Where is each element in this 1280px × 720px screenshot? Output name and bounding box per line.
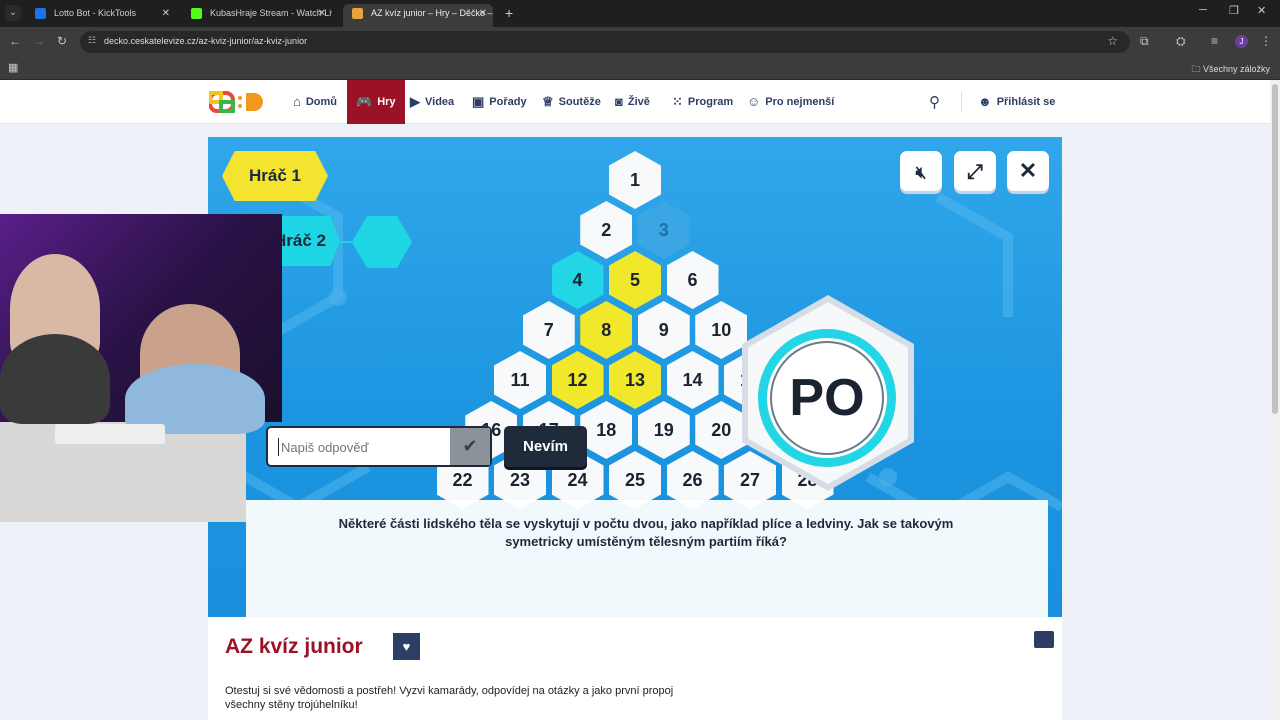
question-text: Některé části lidského těla se vyskytují… xyxy=(338,516,954,549)
nav-label: Domů xyxy=(305,96,338,108)
minimize-icon[interactable]: ─ xyxy=(1199,4,1207,16)
bookmark-star-icon[interactable]: ☆ xyxy=(1107,34,1118,48)
comment-icon[interactable] xyxy=(1034,631,1054,648)
speaker-muted-icon: 🔇︎ xyxy=(915,163,927,182)
nav-program[interactable]: ⁙ Program xyxy=(672,80,733,124)
answer-field[interactable]: ✔ xyxy=(266,426,492,467)
tab-favicon-icon xyxy=(35,8,46,19)
close-game-button[interactable]: ✕ xyxy=(1007,151,1049,191)
fullscreen-icon: ⤢ xyxy=(967,161,983,183)
grid-icon: ⁙ xyxy=(672,94,683,109)
tab-title: KubasHraje Stream - Watch Live xyxy=(210,8,332,18)
answer-input[interactable] xyxy=(278,438,443,456)
close-tab-icon[interactable]: ✕ xyxy=(162,4,170,23)
omnibox[interactable]: ☷ decko.ceskatelevize.cz/az-kviz-junior/… xyxy=(80,31,1130,53)
browser-tab-strip: ⌄ Lotto Bot - KickTools ✕ KubasHraje Str… xyxy=(0,0,1280,27)
home-icon: ⌂ xyxy=(293,94,301,109)
login-label: Přihlásit se xyxy=(996,96,1056,108)
current-letters: PO xyxy=(789,369,865,427)
close-tab-icon[interactable]: ✕ xyxy=(318,4,326,23)
tab-lotto-bot[interactable]: Lotto Bot - KickTools ✕ xyxy=(26,4,176,27)
dont-know-button[interactable]: Nevím xyxy=(504,426,587,467)
nav-label: Hry xyxy=(377,96,396,108)
nav-videos[interactable]: ▶ Videa xyxy=(410,80,454,124)
media-control-icon[interactable]: ≡ xyxy=(1211,34,1218,48)
login-button[interactable]: ☻ Přihlásit se xyxy=(978,80,1055,124)
mute-button[interactable]: 🔇︎ xyxy=(900,151,942,191)
site-header: ⌂ Domů 🎮 Hry ▶ Videa ▣ Pořady ♕ Soutěže ◙ Živě… xyxy=(0,80,1270,124)
chrome-menu-icon[interactable]: ⋮ xyxy=(1260,34,1272,48)
nav-contests[interactable]: ♕ Soutěže xyxy=(542,80,601,124)
submit-answer-button[interactable]: ✔ xyxy=(450,428,490,465)
profile-avatar[interactable]: J xyxy=(1235,35,1248,48)
nav-games[interactable]: 🎮 Hry xyxy=(347,80,405,124)
nav-youngest[interactable]: ☺ Pro nejmenší xyxy=(747,80,834,124)
trophy-icon: ♕ xyxy=(542,94,554,109)
user-icon: ☻ xyxy=(978,94,992,109)
all-bookmarks-button[interactable]: 🗀 Všechny záložky xyxy=(1191,62,1270,78)
forward-icon[interactable]: → xyxy=(33,34,45,48)
checkmark-icon: ✔ xyxy=(462,436,478,456)
decko-favicon-icon xyxy=(352,8,363,19)
scrollbar-thumb[interactable] xyxy=(1272,84,1278,414)
play-icon: ▶ xyxy=(410,94,420,109)
nav-live[interactable]: ◙ Živě xyxy=(615,80,650,124)
article-title: AZ kvíz junior xyxy=(225,635,363,658)
bookmarks-bar: ▦ 🗀 Všechny záložky xyxy=(0,57,1280,80)
tv-icon: ▣ xyxy=(472,94,485,109)
site-info-icon[interactable]: ☷ xyxy=(88,35,96,46)
kick-favicon-icon xyxy=(191,8,202,19)
nav-label: Pořady xyxy=(489,96,527,108)
fullscreen-button[interactable]: ⤢ xyxy=(954,151,996,191)
extensions-icon[interactable]: ⧉ xyxy=(1140,34,1149,49)
address-toolbar: ← → ↻ ☷ decko.ceskatelevize.cz/az-kviz-j… xyxy=(0,27,1280,57)
keyboard xyxy=(55,424,165,444)
header-divider xyxy=(961,92,962,112)
favorite-button[interactable]: ♥ xyxy=(393,633,420,660)
close-icon: ✕ xyxy=(1018,158,1038,183)
nav-label: Pro nejmenší xyxy=(765,96,835,108)
tab-search-button[interactable]: ⌄ xyxy=(5,5,21,21)
streamer-webcam-overlay xyxy=(0,214,282,522)
nav-shows[interactable]: ▣ Pořady xyxy=(472,80,527,124)
tab-az-kviz[interactable]: AZ kvíz junior – Hry – Děčko – Česká ✕ xyxy=(343,4,493,27)
restore-icon[interactable]: ❐ xyxy=(1229,4,1239,17)
reload-icon[interactable]: ↻ xyxy=(57,34,67,48)
gamepad-icon: 🎮 xyxy=(356,94,373,109)
streamer-1-hoodie xyxy=(0,334,110,424)
nav-home[interactable]: ⌂ Domů xyxy=(293,80,337,124)
heart-icon: ♥ xyxy=(402,639,411,654)
all-bookmarks-label: Všechny záložky xyxy=(1202,64,1270,74)
player-1-badge: Hráč 1 xyxy=(222,151,328,201)
nav-label: Živě xyxy=(627,96,650,108)
nav-label: Videa xyxy=(425,96,455,108)
url-text[interactable]: decko.ceskatelevize.cz/az-kviz-junior/az… xyxy=(104,36,307,46)
camera-icon: ◙ xyxy=(615,94,623,109)
game-canvas[interactable]: Hráč 1 Hráč 2 🔇︎ ⤢ ✕ 1 2 3 4 5 6 7 8 9 10 11 12 13 14… xyxy=(208,137,1062,617)
smiley-icon: ☺ xyxy=(747,94,761,109)
tab-title: Lotto Bot - KickTools xyxy=(54,8,137,18)
game-article: AZ kvíz junior ♥ Otestuj si své vědomost… xyxy=(208,617,1062,720)
tab-kubashraje[interactable]: KubasHraje Stream - Watch Live ✕ xyxy=(182,4,332,27)
nav-label: Program xyxy=(687,96,734,108)
question-panel: Některé části lidského těla se vyskytují… xyxy=(246,500,1048,617)
back-icon[interactable]: ← xyxy=(9,34,21,48)
close-tab-icon[interactable]: ✕ xyxy=(479,4,487,23)
nav-label: Soutěže xyxy=(558,96,601,108)
article-description: Otestuj si své vědomosti a postřeh! Vyzv… xyxy=(225,685,674,711)
new-tab-button[interactable]: + xyxy=(505,4,513,22)
search-icon[interactable]: ⚲ xyxy=(929,93,940,111)
tab-title: AZ kvíz junior – Hry – Děčko – Česká xyxy=(371,8,493,18)
incognito-icon[interactable]: ⛭ xyxy=(1176,34,1186,49)
decko-logo[interactable] xyxy=(209,91,269,113)
window-close-icon[interactable]: ✕ xyxy=(1257,4,1266,17)
apps-grid-icon[interactable]: ▦ xyxy=(8,61,18,74)
